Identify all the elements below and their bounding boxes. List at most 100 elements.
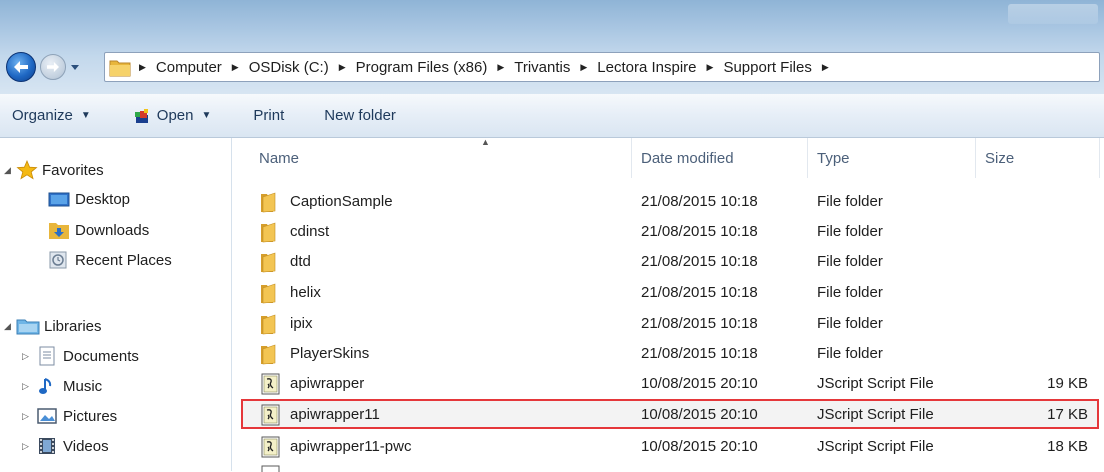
- table-row[interactable]: apiwrapper11-pwc 10/08/2015 20:10 JScrip…: [233, 432, 1104, 462]
- recent-pages-dropdown[interactable]: [70, 62, 80, 72]
- file-name: ipix: [290, 315, 313, 332]
- file-name: helix: [290, 284, 321, 301]
- file-name: apiwrapper: [290, 375, 365, 392]
- collapse-triangle-icon[interactable]: ◢: [4, 165, 16, 176]
- jscript-file-icon: [261, 404, 280, 426]
- file-type: File folder: [817, 345, 883, 362]
- back-button[interactable]: [6, 52, 36, 82]
- forward-button[interactable]: [40, 54, 66, 80]
- file-list: ▲ Name Date modified Type Size CaptionSa…: [233, 137, 1104, 472]
- breadcrumb-separator-icon[interactable]: ▶: [232, 62, 239, 73]
- nav-item-videos[interactable]: ▷ Videos: [22, 436, 109, 456]
- collapse-triangle-icon[interactable]: ◢: [4, 321, 16, 332]
- file-type: JScript Script File: [817, 406, 934, 423]
- breadcrumb-separator-icon[interactable]: ▶: [822, 62, 829, 73]
- recent-places-icon: [49, 251, 67, 269]
- nav-item-documents[interactable]: ▷ Documents: [22, 346, 139, 366]
- favorites-label: Favorites: [42, 161, 104, 179]
- column-header-date[interactable]: Date modified: [641, 150, 734, 167]
- forward-arrow-icon: [47, 61, 59, 73]
- nav-item-label: Desktop: [75, 190, 131, 208]
- table-row-highlighted[interactable]: apiwrapper11 10/08/2015 20:10 JScript Sc…: [233, 399, 1104, 430]
- address-bar[interactable]: ▶ Computer ▶ OSDisk (C:) ▶ Program Files…: [104, 52, 1100, 82]
- column-header-size[interactable]: Size: [985, 150, 1014, 167]
- film-icon: [39, 438, 55, 454]
- pictures-icon: [37, 408, 57, 424]
- breadcrumb-computer[interactable]: Computer: [156, 59, 222, 76]
- breadcrumb-support-files[interactable]: Support Files: [723, 59, 811, 76]
- search-box-ghost: [1008, 4, 1098, 24]
- file-size: 19 KB: [1047, 375, 1088, 392]
- column-header-row: ▲ Name Date modified Type Size: [233, 137, 1104, 178]
- nav-item-downloads[interactable]: Downloads: [48, 220, 149, 240]
- music-note-icon: [39, 378, 52, 394]
- nav-item-desktop[interactable]: Desktop: [48, 190, 130, 208]
- star-icon: [16, 160, 38, 180]
- breadcrumb-lectora-inspire[interactable]: Lectora Inspire: [597, 59, 696, 76]
- organize-button[interactable]: Organize ▼: [12, 107, 91, 124]
- breadcrumb-separator-icon[interactable]: ▶: [707, 62, 714, 73]
- expand-triangle-icon[interactable]: ▷: [22, 441, 34, 452]
- breadcrumb-program-files[interactable]: Program Files (x86): [356, 59, 488, 76]
- file-size: 17 KB: [1047, 406, 1088, 423]
- file-name: apiwrapper11: [290, 406, 380, 423]
- breadcrumb-trivantis[interactable]: Trivantis: [514, 59, 570, 76]
- expand-triangle-icon[interactable]: ▷: [22, 351, 34, 362]
- file-type: File folder: [817, 253, 883, 270]
- expand-triangle-icon[interactable]: ▷: [22, 381, 34, 392]
- breadcrumb-separator-icon[interactable]: ▶: [139, 62, 146, 73]
- folder-icon: [261, 283, 276, 304]
- column-divider[interactable]: [975, 138, 976, 178]
- folder-icon: [109, 60, 131, 77]
- breadcrumb-separator-icon[interactable]: ▶: [497, 62, 504, 73]
- column-header-type[interactable]: Type: [817, 150, 850, 167]
- file-type: File folder: [817, 315, 883, 332]
- column-divider[interactable]: [631, 138, 632, 178]
- jscript-file-icon: [261, 436, 280, 458]
- new-folder-button[interactable]: New folder: [324, 107, 396, 124]
- column-divider[interactable]: [807, 138, 808, 178]
- file-date: 10/08/2015 20:10: [641, 375, 758, 392]
- table-row[interactable]: helix 21/08/2015 10:18 File folder: [233, 278, 1104, 308]
- column-divider[interactable]: [1099, 138, 1100, 178]
- print-button[interactable]: Print: [253, 107, 284, 124]
- table-row[interactable]: dtd 21/08/2015 10:18 File folder: [233, 247, 1104, 277]
- nav-item-label: Recent Places: [75, 251, 172, 269]
- table-row[interactable]: cdinst 21/08/2015 10:18 File folder: [233, 217, 1104, 247]
- file-date: 21/08/2015 10:18: [641, 284, 758, 301]
- nav-item-music[interactable]: ▷ Music: [22, 376, 102, 396]
- nav-item-recent-places[interactable]: Recent Places: [48, 250, 172, 270]
- breadcrumb: ▶ Computer ▶ OSDisk (C:) ▶ Program Files…: [139, 59, 839, 76]
- nav-item-pictures[interactable]: ▷ Pictures: [22, 406, 117, 426]
- file-date: 21/08/2015 10:18: [641, 193, 758, 210]
- folder-icon: [261, 314, 276, 335]
- open-label: Open: [156, 107, 194, 124]
- downloads-folder-icon: [49, 223, 69, 239]
- expand-triangle-icon[interactable]: ▷: [22, 411, 34, 422]
- breadcrumb-separator-icon[interactable]: ▶: [339, 62, 346, 73]
- chevron-down-icon: ▼: [201, 110, 212, 121]
- nav-item-label: Videos: [63, 437, 109, 455]
- open-button[interactable]: Open ▼: [133, 107, 212, 125]
- table-row[interactable]: ipix 21/08/2015 10:18 File folder: [233, 309, 1104, 339]
- breadcrumb-osdisk[interactable]: OSDisk (C:): [249, 59, 329, 76]
- table-row[interactable]: apiwrapper 10/08/2015 20:10 JScript Scri…: [233, 369, 1104, 399]
- jscript-file-icon: [261, 373, 280, 395]
- column-header-name[interactable]: Name: [259, 150, 299, 167]
- libraries-label: Libraries: [44, 317, 102, 335]
- file-name: PlayerSkins: [290, 345, 370, 362]
- file-date: 21/08/2015 10:18: [641, 315, 758, 332]
- nav-item-label: Downloads: [75, 221, 150, 239]
- chevron-down-icon: ▼: [80, 110, 91, 121]
- nav-favorites[interactable]: ◢ Favorites: [4, 160, 104, 180]
- file-size: 18 KB: [1047, 438, 1088, 455]
- breadcrumb-separator-icon[interactable]: ▶: [580, 62, 587, 73]
- table-row[interactable]: CaptionSample 21/08/2015 10:18 File fold…: [233, 187, 1104, 217]
- organize-label: Organize: [12, 107, 73, 124]
- table-row[interactable]: PlayerSkins 21/08/2015 10:18 File folder: [233, 339, 1104, 369]
- folder-icon: [261, 344, 276, 365]
- print-label: Print: [253, 107, 285, 124]
- nav-libraries[interactable]: ◢ Libraries: [4, 316, 102, 336]
- title-bar: ▶ Computer ▶ OSDisk (C:) ▶ Program Files…: [0, 0, 1104, 94]
- desktop-icon: [48, 192, 70, 207]
